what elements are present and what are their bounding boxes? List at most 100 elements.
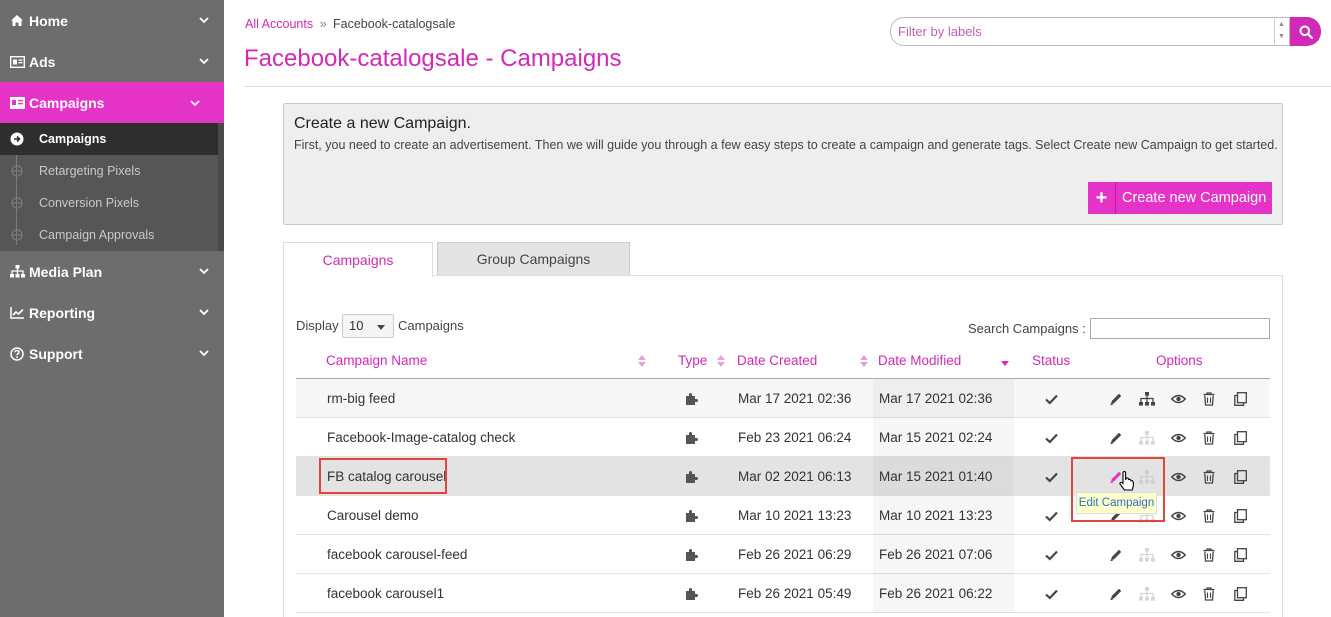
display-label: Display: [296, 318, 339, 333]
copy-icon[interactable]: [1232, 508, 1248, 524]
eye-icon[interactable]: [1170, 586, 1186, 602]
date-created: Feb 23 2021 06:24: [738, 430, 852, 445]
page-size-select[interactable]: 10: [342, 314, 394, 338]
table-row[interactable]: facebook carousel-feed Feb 26 2021 06:29…: [296, 535, 1270, 574]
circle-bullet-icon: [11, 229, 23, 241]
pencil-icon[interactable]: [1108, 586, 1124, 602]
nav-campaigns[interactable]: Campaigns: [0, 82, 224, 123]
pencil-icon[interactable]: [1108, 391, 1124, 407]
copy-icon[interactable]: [1232, 547, 1248, 563]
subnav-retargeting-pixels[interactable]: Retargeting Pixels: [0, 155, 224, 187]
checkmark-icon: [1043, 391, 1059, 407]
create-new-campaign-button[interactable]: + Create new Campaign: [1088, 182, 1272, 214]
sitemap-icon[interactable]: [1139, 391, 1155, 407]
date-modified: Feb 26 2021 07:06: [879, 547, 993, 562]
pencil-icon[interactable]: [1108, 547, 1124, 563]
highlight-campaign-name: [319, 458, 447, 494]
subnav-campaigns[interactable]: Campaigns: [0, 123, 224, 155]
puzzle-icon: [684, 547, 700, 563]
nav-media-plan[interactable]: Media Plan: [0, 251, 224, 292]
header-date-modified[interactable]: Date Modified: [878, 353, 961, 368]
copy-icon[interactable]: [1232, 586, 1248, 602]
header-divider: [244, 86, 1331, 87]
copy-icon[interactable]: [1232, 469, 1248, 485]
date-modified: Mar 17 2021 02:36: [879, 391, 993, 406]
trash-icon[interactable]: [1201, 430, 1217, 446]
checkmark-icon: [1043, 430, 1059, 446]
nav-ads-label: Ads: [29, 53, 56, 70]
page-size-value: 10: [349, 318, 364, 333]
chevron-down-icon: [199, 309, 209, 316]
chevron-down-icon: [199, 268, 209, 275]
spin-down-icon[interactable]: ▼: [1275, 31, 1288, 43]
chevron-down-icon: [199, 17, 209, 24]
nav-reporting[interactable]: Reporting: [0, 292, 224, 333]
trash-icon[interactable]: [1201, 391, 1217, 407]
nav-ads[interactable]: Ads: [0, 41, 224, 82]
header-campaign-name[interactable]: Campaign Name: [326, 353, 427, 368]
circle-bullet-icon: [11, 197, 23, 209]
search-campaigns-label: Search Campaigns :: [968, 321, 1086, 336]
subnav-retargeting-label: Retargeting Pixels: [39, 164, 141, 178]
sort-desc-icon[interactable]: [1001, 357, 1009, 369]
create-campaign-panel: Create a new Campaign. First, you need t…: [283, 103, 1283, 225]
subnav-conversion-pixels[interactable]: Conversion Pixels: [0, 187, 224, 219]
nav-support[interactable]: Support: [0, 333, 224, 374]
table-row[interactable]: rm-big feed Mar 17 2021 02:36 Mar 17 202…: [296, 379, 1270, 418]
breadcrumb-current: Facebook-catalogsale: [333, 17, 456, 31]
date-modified: Feb 26 2021 06:22: [879, 586, 993, 601]
eye-icon[interactable]: [1170, 430, 1186, 446]
checkmark-icon: [1043, 547, 1059, 563]
campaign-name[interactable]: facebook carousel-feed: [327, 535, 467, 574]
checkmark-icon: [1043, 586, 1059, 602]
date-created: Mar 17 2021 02:36: [738, 391, 852, 406]
campaign-name[interactable]: Facebook-Image-catalog check: [327, 418, 515, 457]
page-title: Facebook-catalogsale - Campaigns: [244, 45, 622, 72]
nav-support-label: Support: [29, 345, 83, 362]
checkmark-icon: [1043, 508, 1059, 524]
date-modified: Mar 15 2021 01:40: [879, 469, 993, 484]
sidebar: Home Ads Campaigns Campaigns Retargeting…: [0, 0, 224, 617]
date-created: Feb 26 2021 05:49: [738, 586, 852, 601]
eye-icon[interactable]: [1170, 469, 1186, 485]
breadcrumb-all-accounts[interactable]: All Accounts: [245, 17, 313, 31]
sitemap-icon: [1139, 430, 1155, 446]
trash-icon[interactable]: [1201, 508, 1217, 524]
header-type: Type: [678, 353, 708, 368]
campaigns-count-label: Campaigns: [398, 318, 464, 333]
subnav-campaign-approvals[interactable]: Campaign Approvals: [0, 219, 224, 251]
copy-icon[interactable]: [1232, 391, 1248, 407]
subnav-approvals-label: Campaign Approvals: [39, 228, 155, 242]
sort-icon[interactable]: [717, 355, 725, 367]
question-circle-icon: [9, 346, 25, 361]
tab-group-campaigns[interactable]: Group Campaigns: [437, 242, 630, 276]
eye-icon[interactable]: [1170, 391, 1186, 407]
filter-spinner[interactable]: ▲ ▼: [1274, 19, 1288, 44]
sort-icon[interactable]: [638, 355, 646, 367]
pencil-icon[interactable]: [1108, 430, 1124, 446]
nav-home[interactable]: Home: [0, 0, 224, 41]
campaign-card-icon: [9, 96, 25, 110]
hand-cursor-icon: [1119, 470, 1135, 491]
filter-labels-input[interactable]: [890, 17, 1290, 46]
trash-icon[interactable]: [1201, 586, 1217, 602]
table-row[interactable]: Facebook-Image-catalog check Feb 23 2021…: [296, 418, 1270, 457]
header-date-created[interactable]: Date Created: [737, 353, 817, 368]
trash-icon[interactable]: [1201, 547, 1217, 563]
sort-icon[interactable]: [860, 355, 868, 367]
filter-search-button[interactable]: [1290, 17, 1321, 46]
header-status: Status: [1032, 353, 1071, 368]
puzzle-icon: [684, 586, 700, 602]
campaign-name[interactable]: rm-big feed: [327, 379, 395, 418]
eye-icon[interactable]: [1170, 508, 1186, 524]
create-panel-description: First, you need to create an advertiseme…: [294, 138, 1278, 152]
campaign-name[interactable]: Carousel demo: [327, 496, 419, 535]
copy-icon[interactable]: [1232, 430, 1248, 446]
trash-icon[interactable]: [1201, 469, 1217, 485]
spin-up-icon[interactable]: ▲: [1275, 19, 1288, 31]
search-campaigns-input[interactable]: [1090, 318, 1270, 339]
tab-campaigns[interactable]: Campaigns: [283, 242, 433, 277]
eye-icon[interactable]: [1170, 547, 1186, 563]
campaign-name[interactable]: facebook carousel1: [327, 574, 444, 613]
table-row[interactable]: facebook carousel1 Feb 26 2021 05:49 Feb…: [296, 574, 1270, 613]
